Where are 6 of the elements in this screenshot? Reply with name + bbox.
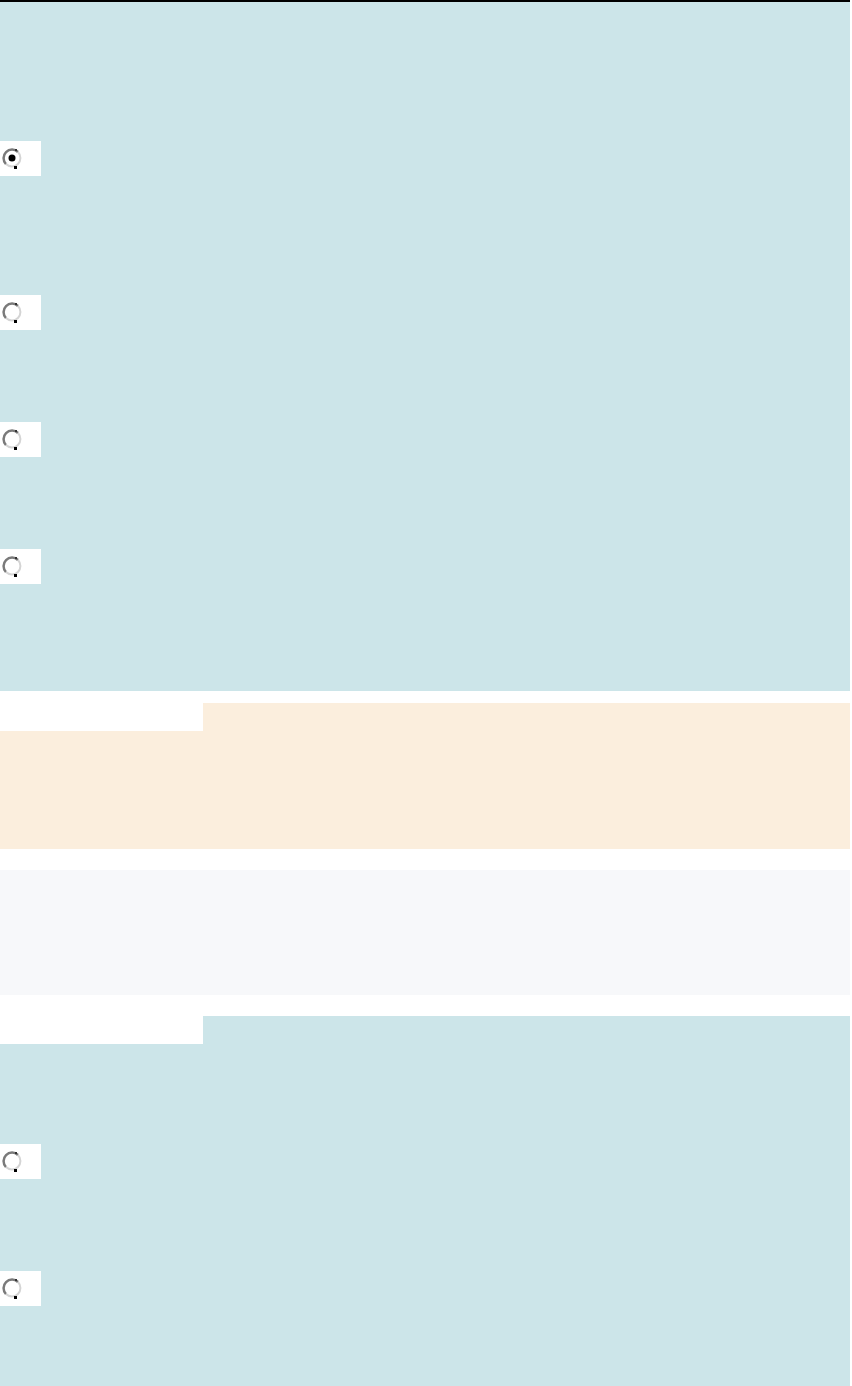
radio-button[interactable] (0, 549, 41, 584)
radio-button[interactable] (0, 141, 41, 176)
radio-button[interactable] (0, 422, 41, 457)
radio-button[interactable] (0, 1271, 41, 1306)
radio-button[interactable] (0, 1144, 41, 1179)
radio-button[interactable] (0, 295, 41, 330)
